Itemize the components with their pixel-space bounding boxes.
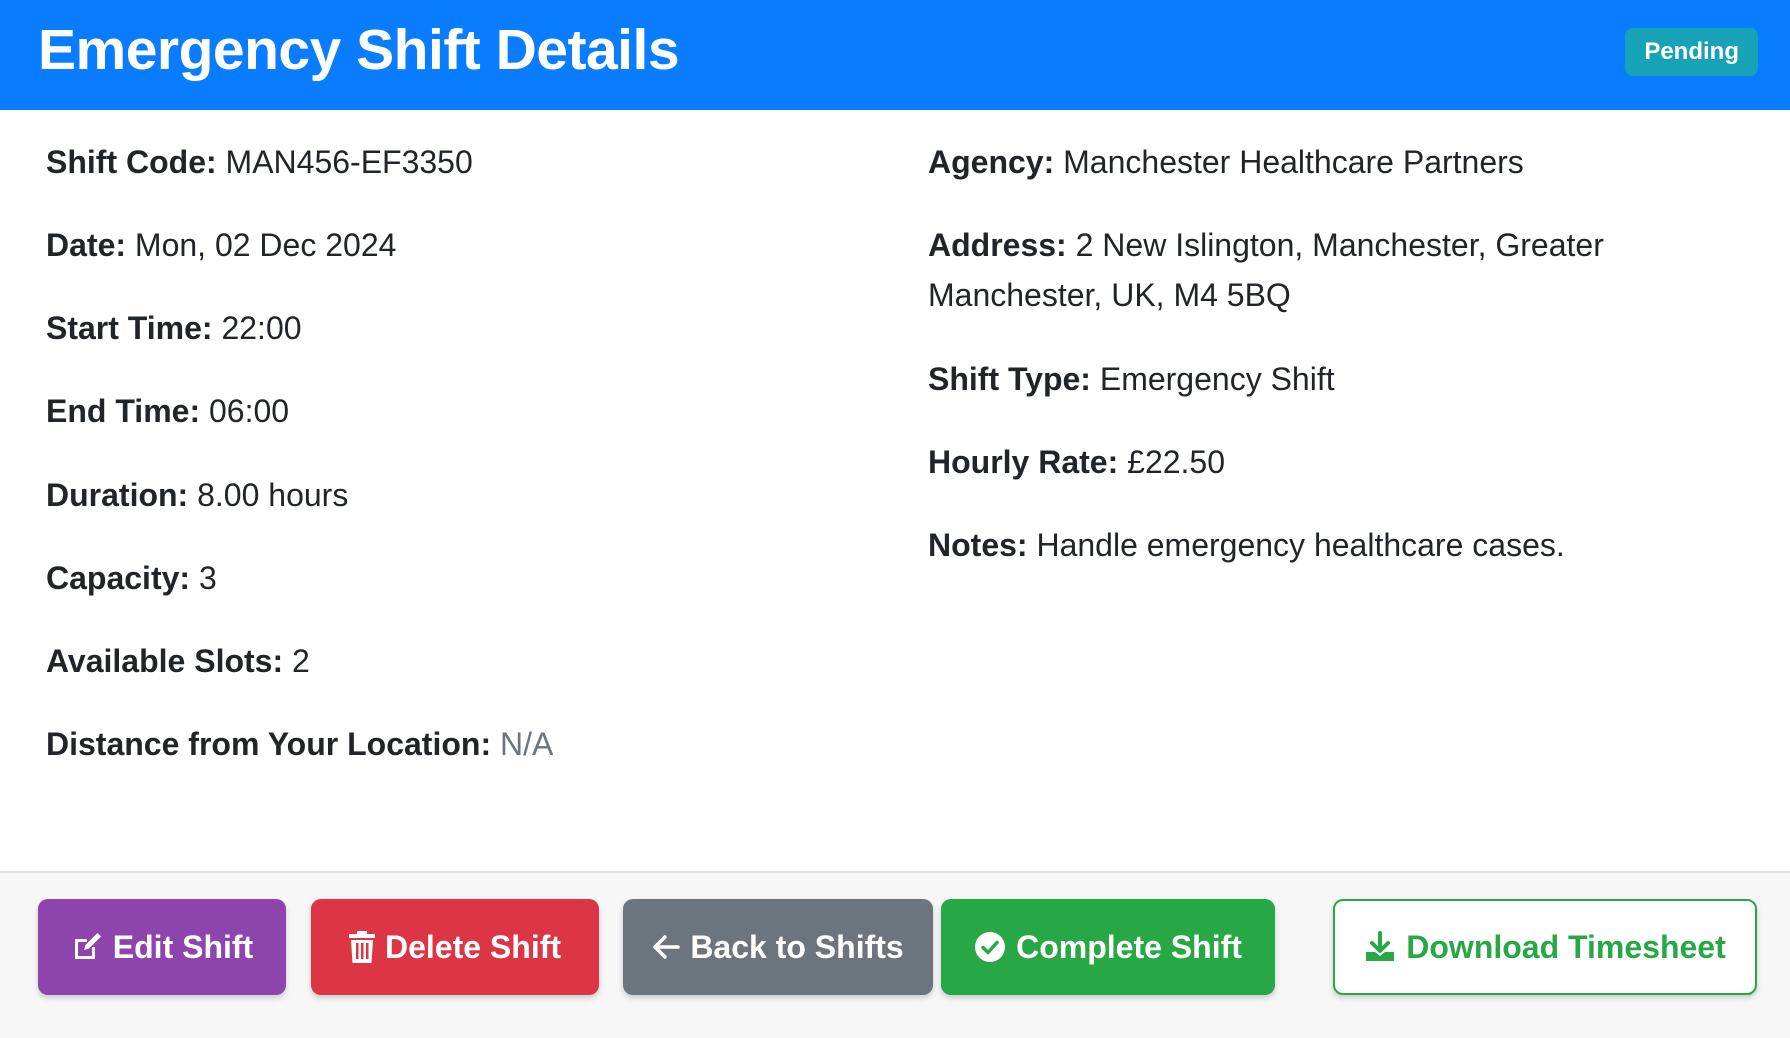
field-notes: Notes: Handle emergency healthcare cases… [928, 520, 1565, 570]
back-to-shifts-label: Back to Shifts [690, 928, 904, 965]
delete-shift-button[interactable]: Delete Shift [311, 899, 599, 995]
field-shift-code: Shift Code: MAN456-EF3350 [46, 137, 473, 187]
arrow-left-icon [652, 933, 681, 961]
field-label: Hourly Rate: [928, 444, 1119, 480]
field-label: Shift Type: [928, 361, 1091, 397]
complete-shift-label: Complete Shift [1016, 928, 1242, 965]
field-start-time: Start Time: 22:00 [46, 303, 302, 353]
field-label: End Time: [46, 393, 201, 429]
field-label: Address: [928, 227, 1067, 263]
status-badge: Pending [1625, 28, 1758, 76]
check-circle-icon [974, 931, 1006, 963]
field-label: Distance from Your Location: [46, 726, 492, 762]
field-capacity: Capacity: 3 [46, 553, 217, 603]
field-label: Available Slots: [46, 643, 284, 679]
field-value: Handle emergency healthcare cases. [1036, 527, 1565, 563]
field-value: MAN456-EF3350 [225, 144, 473, 180]
field-value: 3 [198, 560, 217, 596]
field-label: Date: [46, 227, 127, 263]
back-to-shifts-button[interactable]: Back to Shifts [623, 899, 933, 995]
field-value: Emergency Shift [1099, 361, 1335, 397]
field-label: Start Time: [46, 310, 213, 346]
field-label: Notes: [928, 527, 1028, 563]
delete-shift-label: Delete Shift [384, 928, 562, 965]
field-value: 22:00 [221, 310, 302, 346]
field-value: £22.50 [1127, 444, 1226, 480]
field-label: Capacity: [46, 560, 191, 596]
field-available-slots: Available Slots: 2 [46, 636, 310, 686]
download-timesheet-button[interactable]: Download Timesheet [1333, 899, 1757, 995]
field-value: 2 [292, 643, 310, 679]
download-timesheet-label: Download Timesheet [1406, 928, 1726, 965]
field-end-time: End Time: 06:00 [46, 386, 289, 436]
complete-shift-button[interactable]: Complete Shift [941, 899, 1275, 995]
field-value: Mon, 02 Dec 2024 [134, 227, 397, 263]
field-value-line2: Manchester, UK, M4 5BQ [928, 277, 1291, 313]
edit-icon [71, 931, 103, 963]
page-title: Emergency Shift Details [38, 18, 680, 82]
field-label: Agency: [928, 144, 1055, 180]
field-value: N/A [499, 726, 554, 762]
field-value: 2 New Islington, Manchester, Greater [1075, 227, 1604, 263]
shift-details-card: Emergency Shift Details Pending Shift Co… [0, 0, 1790, 1038]
edit-shift-button[interactable]: Edit Shift [38, 899, 286, 995]
field-duration: Duration: 8.00 hours [46, 470, 348, 520]
field-value: 06:00 [208, 393, 290, 429]
edit-shift-label: Edit Shift [112, 928, 254, 965]
field-value: Manchester Healthcare Partners [1063, 144, 1524, 180]
trash-icon [348, 931, 375, 963]
field-agency: Agency: Manchester Healthcare Partners [928, 137, 1524, 187]
field-address: Address: 2 New Islington, Manchester, Gr… [928, 220, 1604, 320]
download-icon [1364, 931, 1396, 963]
card-footer: Edit Shift Delete Shift Back to Shifts C… [0, 873, 1790, 1038]
field-value: 8.00 hours [197, 477, 349, 513]
card-body: Shift Code: MAN456-EF3350 Date: Mon, 02 … [0, 110, 1790, 872]
card-header: Emergency Shift Details Pending [0, 0, 1790, 110]
field-distance: Distance from Your Location: N/A [46, 719, 553, 769]
field-date: Date: Mon, 02 Dec 2024 [46, 220, 396, 270]
field-label: Shift Code: [46, 144, 217, 180]
field-shift-type: Shift Type: Emergency Shift [928, 354, 1335, 404]
field-hourly-rate: Hourly Rate: £22.50 [928, 437, 1225, 487]
field-label: Duration: [46, 477, 189, 513]
